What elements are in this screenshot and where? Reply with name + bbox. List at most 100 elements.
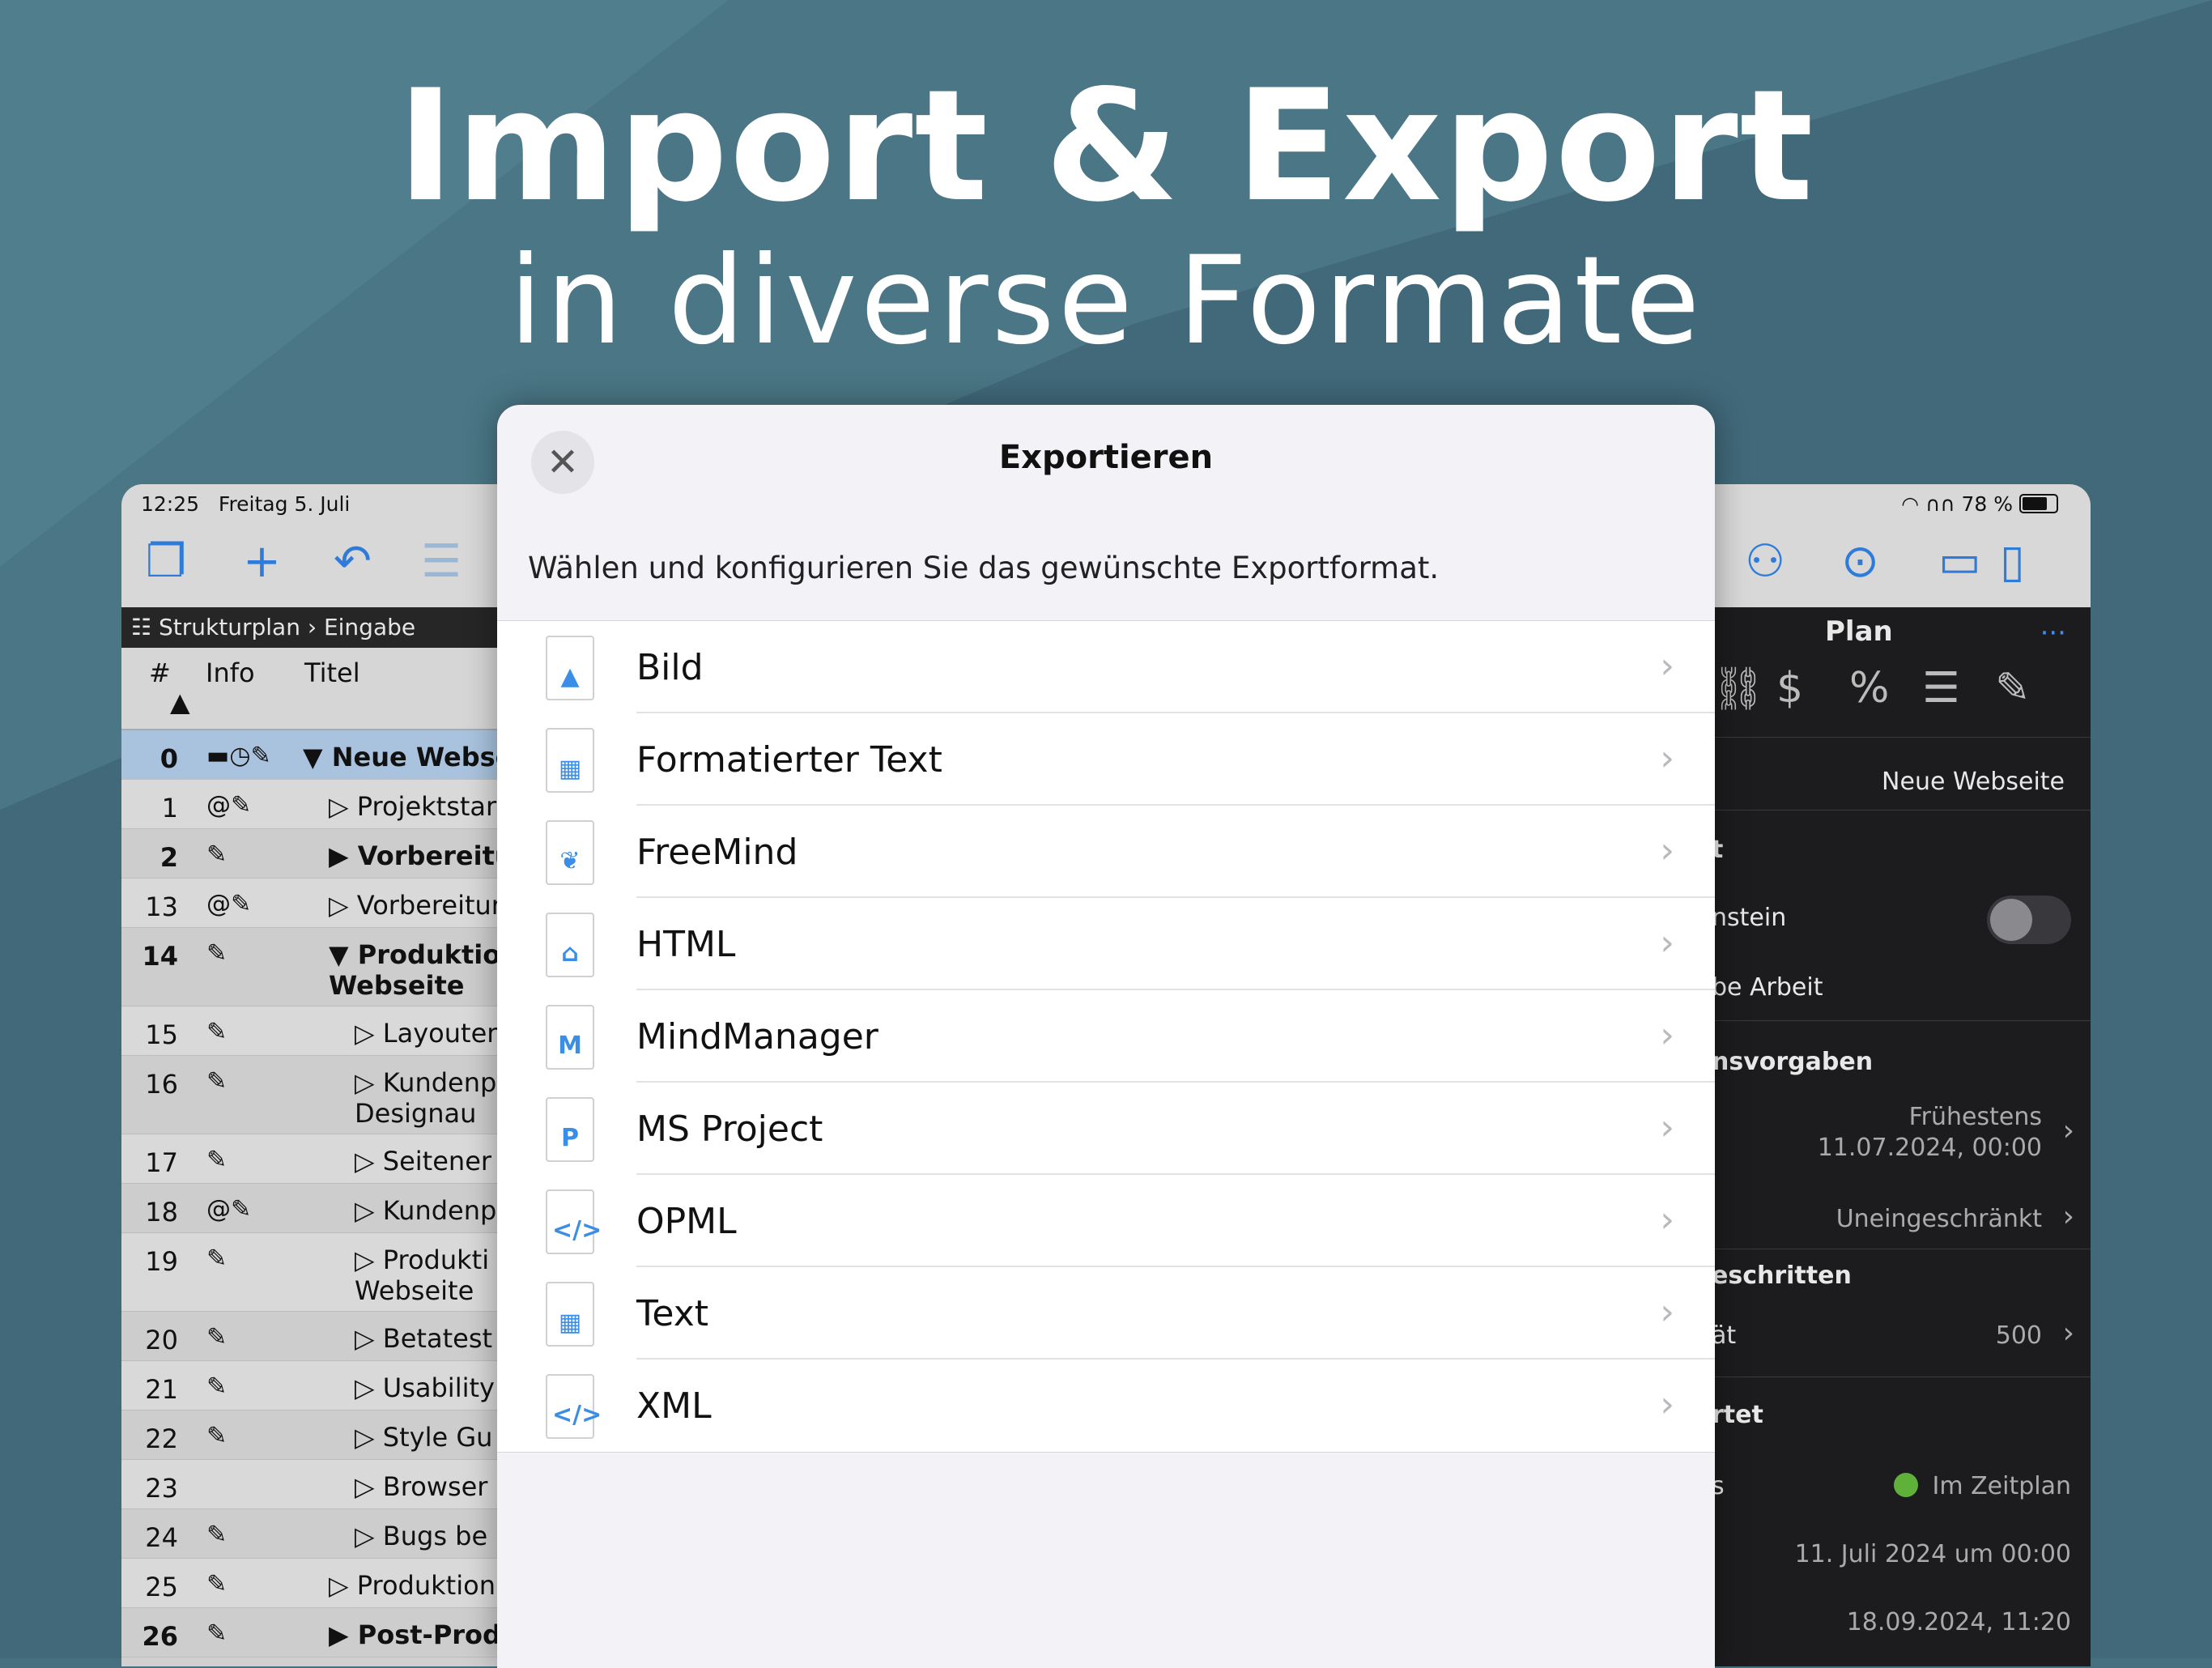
row-title[interactable]: ▷ Produkti Webseite [355,1245,489,1306]
add-icon[interactable]: + [243,538,281,586]
chevron-right-icon[interactable]: › [2063,1317,2074,1350]
table-row[interactable]: 0 ▬◷✎ ▼ Neue Webse [121,730,513,780]
sort-ascending-icon: ▲ [170,687,190,717]
capacity-value[interactable]: 500 [1996,1321,2042,1350]
table-row[interactable]: 17 ✎ ▷ Seitener [121,1134,502,1184]
row-title[interactable]: ▷ Produktion [329,1570,496,1601]
export-option-text[interactable]: ▦ Text › [497,1267,1715,1360]
more-options-icon[interactable]: ⊙ [1841,538,1879,586]
icon-glyph: ❦ [559,847,581,875]
row-title[interactable]: ▷ Browser [355,1471,487,1502]
table-row[interactable]: 13 @✎ ▷ Vorbereitur [121,879,502,928]
table-row[interactable]: 21 ✎ ▷ Usability [121,1361,502,1411]
person-icon[interactable]: ⚇ [1745,538,1785,586]
outdent-icon[interactable]: ☰ [421,538,462,586]
table-row[interactable]: 19 ✎ ▷ Produkti Webseite [121,1233,502,1312]
row-number: 13 [145,891,178,922]
cost-icon[interactable]: $ [1776,664,1803,713]
earliest-value[interactable]: 11.07.2024, 00:00 [1818,1134,2042,1162]
row-info-icons: ✎ [206,1619,228,1648]
butterfly-icon: ❦ [546,820,594,885]
table-row[interactable]: 25 ✎ ▷ Produktion [121,1559,502,1608]
side-panel-icon[interactable]: ▯ [2000,538,2025,586]
chevron-right-icon: › [1660,1384,1674,1425]
status-dot-icon [1893,1473,1918,1497]
documents-icon[interactable]: ❐ [146,538,186,586]
breadcrumb-current[interactable]: Eingabe [324,614,415,640]
section-expected-head: rtet [1712,1401,1763,1429]
icon-glyph: M [558,1032,582,1060]
row-title[interactable]: ▼ Neue Webse [303,742,513,772]
icon-glyph: P [561,1124,579,1152]
table-row[interactable]: 16 ✎ ▷ Kundenp Designau [121,1056,502,1134]
table-row[interactable]: 24 ✎ ▷ Bugs be [121,1509,502,1559]
row-info-icons: ✎ [206,1323,228,1351]
ms-project-icon: P [546,1097,594,1162]
progress-icon[interactable]: % [1849,664,1889,713]
table-row[interactable]: 26 ✎ ▶ Post-Prod [121,1608,502,1657]
notes-icon[interactable]: ✎ [1995,664,2031,713]
export-option-html[interactable]: ⌂ HTML › [497,898,1715,990]
bottom-panel-icon[interactable]: ▭ [1938,538,1981,586]
battery-percent: 78 % [1961,492,2014,516]
table-row[interactable]: 20 ✎ ▷ Betatest [121,1312,502,1361]
export-option-freemind[interactable]: ❦ FreeMind › [497,806,1715,898]
limit-value[interactable]: Uneingeschränkt [1836,1205,2042,1233]
inspector-more-icon[interactable]: ··· [2040,617,2066,649]
row-title[interactable]: ▷ Kundenp [355,1195,496,1226]
table-row[interactable]: 2 ✎ ▶ Vorbereitu [121,829,513,879]
row-title[interactable]: ▷ Usability [355,1372,495,1403]
row-title[interactable]: ▷ Vorbereitur [329,890,502,921]
work-label: be Arbeit [1712,973,1823,1002]
column-header-info[interactable]: Info [206,657,255,688]
undo-icon[interactable]: ↶ [334,538,372,586]
row-title[interactable]: ▶ Post-Prod [329,1619,501,1650]
column-header-title[interactable]: Titel [304,657,360,688]
row-title[interactable]: ▷ Seitener [355,1146,491,1177]
list-icon[interactable]: ☰ [1922,664,1960,713]
row-info-icons: ✎ [206,1245,228,1273]
row-number: 21 [145,1374,178,1405]
capacity-label: ät [1712,1321,1737,1350]
chevron-right-icon: › [1660,922,1674,964]
export-option-formatierter-text[interactable]: ▦ Formatierter Text › [497,713,1715,806]
icon-glyph: ▦ [558,1308,582,1337]
row-title[interactable]: ▶ Vorbereitu [329,840,513,871]
table-row[interactable]: 1 @✎ ▷ Projektstar [121,780,502,829]
row-info-icons: ✎ [206,1570,228,1598]
breadcrumb-root[interactable]: Strukturplan [159,614,300,640]
row-number: 19 [145,1246,178,1277]
export-option-xml[interactable]: </> XML › [497,1360,1715,1452]
row-title[interactable]: ▷ Kundenp Designau [355,1067,496,1129]
milestone-toggle[interactable] [1987,896,2071,944]
row-title[interactable]: ▼ Produktion Webseite [329,939,519,1001]
table-row[interactable]: 23 ▷ Browser [121,1460,502,1509]
row-title[interactable]: ▷ Bugs be [355,1521,487,1551]
chevron-right-icon[interactable]: › [2063,1114,2074,1147]
row-info-icons: @✎ [206,890,252,918]
link-icon[interactable]: ⛓ [1712,664,1765,713]
inspector-task-name[interactable]: Neue Webseite [1882,768,2065,796]
export-option-opml[interactable]: </> OPML › [497,1175,1715,1267]
chevron-right-icon: › [1660,1199,1674,1240]
row-title[interactable]: ▷ Style Gu [355,1422,492,1453]
table-row[interactable]: 18 @✎ ▷ Kundenp [121,1184,502,1233]
table-row[interactable]: 15 ✎ ▷ Layouter [121,1006,502,1056]
house-icon: ⌂ [546,913,594,977]
export-dialog: ✕ Exportieren Wählen und konfigurieren S… [497,405,1715,1668]
export-option-label: Text [636,1293,708,1334]
export-option-label: OPML [636,1201,737,1242]
row-title[interactable]: ▷ Projektstar [329,791,496,822]
export-option-mindmanager[interactable]: M MindManager › [497,990,1715,1083]
column-header-number[interactable]: # [149,657,171,688]
export-option-ms-project[interactable]: P MS Project › [497,1083,1715,1175]
row-info-icons: ✎ [206,1521,228,1549]
table-row[interactable]: 14 ✎ ▼ Produktion Webseite [121,928,519,1006]
export-option-bild[interactable]: ▲ Bild › [497,621,1715,713]
row-title[interactable]: ▷ Betatest [355,1323,492,1354]
row-number: 17 [145,1147,178,1178]
chevron-right-icon[interactable]: › [2063,1200,2074,1233]
start-value: 11. Juli 2024 um 00:00 [1794,1540,2071,1568]
table-row[interactable]: 22 ✎ ▷ Style Gu [121,1411,502,1460]
row-title[interactable]: ▷ Layouter [355,1018,497,1049]
